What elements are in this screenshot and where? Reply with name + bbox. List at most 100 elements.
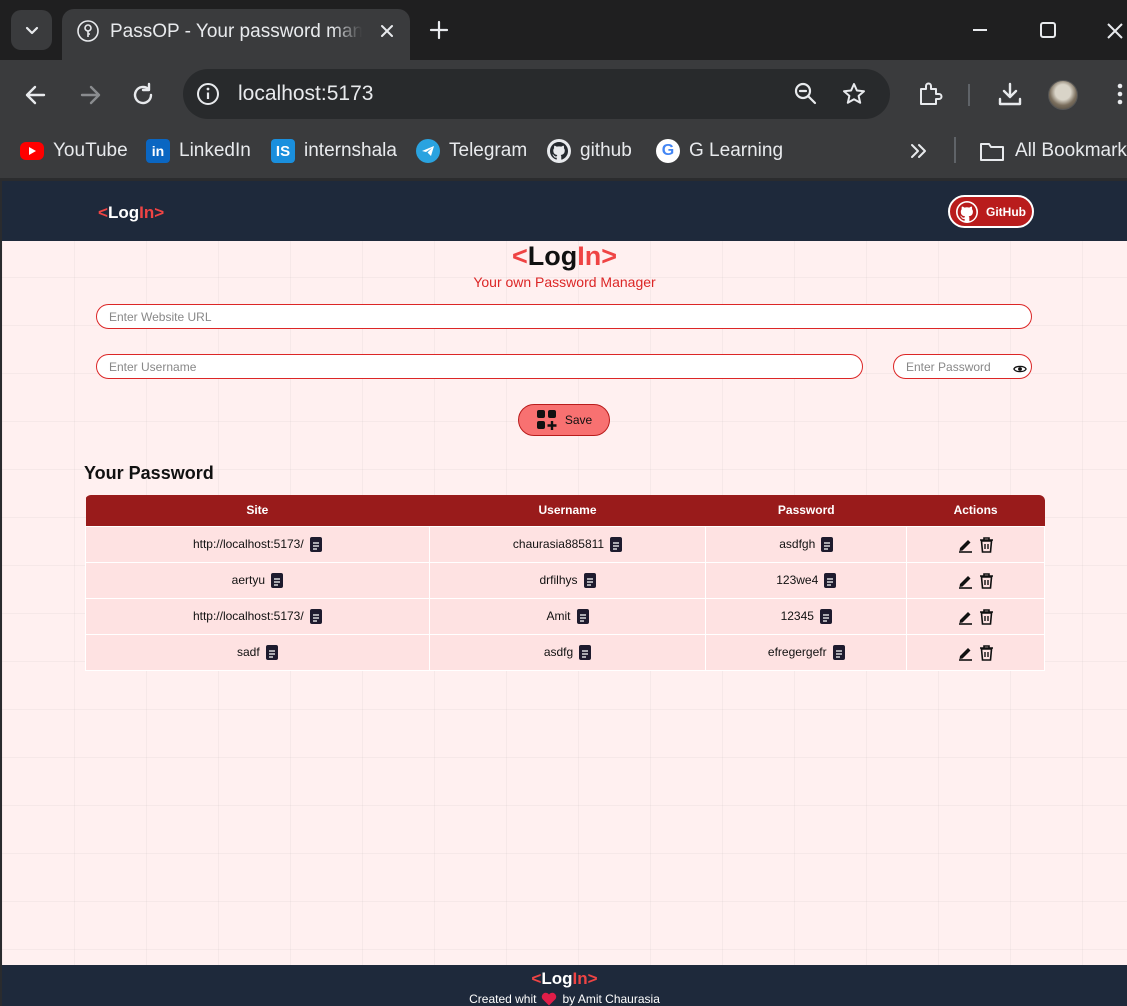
site-link[interactable]: sadf (237, 645, 260, 659)
github-label: GitHub (986, 204, 1026, 219)
website-url-input[interactable] (96, 304, 1032, 329)
site-cell: sadf (85, 633, 430, 671)
all-bookmarks-folder[interactable]: All Bookmarks (979, 137, 1127, 165)
delete-icon[interactable] (978, 608, 995, 625)
password-input[interactable] (893, 354, 1032, 379)
site-info-icon[interactable] (195, 81, 221, 107)
actions-cell (906, 597, 1045, 635)
column-header-password: Password (705, 495, 907, 526)
edit-icon[interactable] (957, 608, 974, 625)
tab-strip: PassOP - Your password manager (0, 0, 1127, 60)
reload-icon[interactable] (129, 81, 157, 109)
tab-title: PassOP - Your password manager (110, 21, 362, 43)
maximize-icon[interactable] (1034, 16, 1062, 44)
copy-icon[interactable] (824, 572, 837, 588)
edit-icon[interactable] (957, 644, 974, 661)
bookmark-internshala[interactable]: IS internshala (271, 137, 397, 165)
folder-icon (980, 143, 1004, 161)
site-link[interactable]: aertyu (232, 573, 265, 587)
copy-icon[interactable] (832, 644, 845, 660)
more-bookmarks-icon[interactable] (908, 140, 930, 162)
menu-dots-icon[interactable] (1106, 80, 1127, 108)
extensions-icon[interactable] (916, 80, 944, 108)
minimize-icon[interactable] (966, 16, 994, 44)
bookmark-label: github (580, 140, 632, 161)
profile-avatar[interactable] (1048, 80, 1078, 110)
copy-icon[interactable] (265, 644, 278, 660)
copy-icon[interactable] (579, 644, 592, 660)
username-cell: asdfg (428, 633, 707, 671)
forward-arrow-icon[interactable] (76, 81, 104, 109)
star-icon[interactable] (840, 80, 868, 108)
site-footer: <LogIn> Created whit by Amit Chaurasia (2, 965, 1127, 1006)
table-header-row: Site Username Password Actions (85, 495, 1045, 526)
username-cell: chaurasia885811 (428, 525, 707, 563)
site-cell: http://localhost:5173/ (85, 525, 430, 563)
copy-icon[interactable] (610, 536, 623, 552)
bookmark-label: internshala (304, 140, 397, 161)
bookmarks-bar: YouTube in LinkedIn IS internshala Teleg… (0, 128, 1127, 180)
bookmark-telegram[interactable]: Telegram (416, 137, 527, 165)
download-icon[interactable] (996, 80, 1024, 108)
edit-icon[interactable] (957, 572, 974, 589)
key-icon (77, 20, 99, 42)
password-cell: asdfgh (705, 525, 908, 563)
table-row: http://localhost:5173/ Amit 12345 (85, 597, 1045, 635)
hero-logo: <LogIn> (511, 241, 618, 271)
chevron-down-icon (25, 26, 38, 35)
copy-icon[interactable] (821, 536, 834, 552)
table-row: http://localhost:5173/ chaurasia885811 a… (85, 525, 1045, 563)
tab-search-button[interactable] (11, 10, 52, 50)
address-bar[interactable]: localhost:5173 (183, 69, 890, 119)
actions-cell (906, 561, 1045, 599)
password-cell: 123we4 (705, 561, 908, 599)
eye-icon[interactable] (1013, 362, 1027, 376)
password-cell: efregergefr (705, 633, 908, 671)
username-input[interactable] (96, 354, 863, 379)
linkedin-icon: in (146, 139, 170, 163)
browser-tab[interactable]: PassOP - Your password manager (62, 9, 410, 60)
edit-icon[interactable] (957, 536, 974, 553)
bookmarks-divider (954, 137, 956, 163)
bookmark-linkedin[interactable]: in LinkedIn (146, 137, 251, 165)
youtube-icon (20, 142, 44, 160)
copy-icon[interactable] (271, 572, 283, 588)
table-row: aertyu drfilhys 123we4 (85, 561, 1045, 599)
zoom-icon[interactable] (792, 80, 820, 108)
heart-icon (542, 992, 557, 1006)
copy-icon[interactable] (576, 608, 589, 624)
toolbar-divider (968, 84, 970, 106)
copy-icon[interactable] (309, 536, 322, 552)
delete-icon[interactable] (978, 536, 995, 553)
copy-icon[interactable] (819, 608, 832, 624)
copy-icon[interactable] (583, 572, 596, 588)
bookmark-youtube[interactable]: YouTube (20, 137, 128, 165)
password-value: 123we4 (776, 573, 819, 587)
internshala-icon: IS (271, 139, 295, 163)
footer-credit: Created whit by Amit Chaurasia (2, 992, 1127, 1006)
back-arrow-icon[interactable] (22, 81, 50, 109)
bookmark-g-learning[interactable]: G G Learning (656, 137, 783, 165)
delete-icon[interactable] (978, 572, 995, 589)
nav-logo[interactable]: <LogIn> (98, 203, 164, 223)
username-value: drfilhys (539, 573, 578, 587)
close-icon[interactable] (376, 20, 398, 42)
site-link[interactable]: http://localhost:5173/ (193, 537, 304, 551)
add-grid-icon (536, 410, 557, 430)
delete-icon[interactable] (978, 644, 995, 661)
bookmark-label: LinkedIn (179, 140, 251, 161)
google-icon: G (656, 139, 680, 163)
github-button[interactable]: GitHub (948, 195, 1034, 228)
password-value: 12345 (780, 609, 814, 623)
save-button[interactable]: Save (518, 404, 610, 436)
new-tab-icon[interactable] (428, 19, 450, 41)
column-header-site: Site (85, 495, 430, 526)
bookmark-github[interactable]: github (547, 137, 632, 165)
password-value: asdfgh (779, 537, 816, 551)
username-cell: Amit (428, 597, 707, 635)
site-link[interactable]: http://localhost:5173/ (193, 609, 304, 623)
window-close-icon[interactable] (1100, 16, 1127, 44)
telegram-icon (416, 139, 440, 163)
copy-icon[interactable] (309, 608, 322, 624)
actions-cell (906, 633, 1045, 671)
